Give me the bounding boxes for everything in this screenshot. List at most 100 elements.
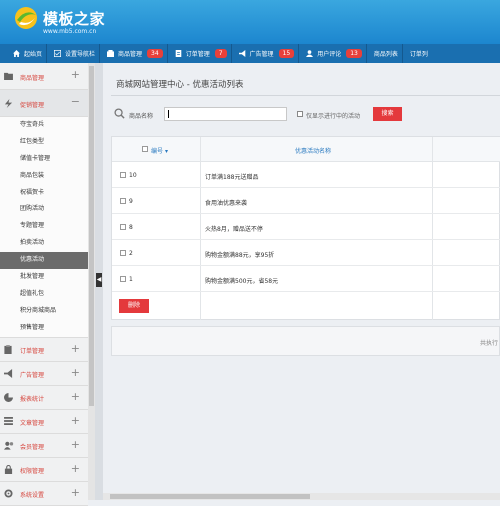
sidebar-item-active[interactable]: 优惠活动	[0, 252, 88, 270]
table-row: 10 订单满188元送赠品	[112, 162, 500, 188]
nav-order[interactable]: 订单管理 7	[168, 44, 231, 63]
sidebar-cat-label: 订单管理	[20, 347, 45, 355]
column-header-name[interactable]: 优惠活动名称	[295, 146, 331, 155]
expand-icon[interactable]: +	[71, 69, 80, 80]
column-header-id[interactable]: 编号 ▾	[151, 146, 168, 155]
promotions-table: 编号 ▾ 优惠活动名称 10 订单满188元送赠品 9 食用油优惠来袭 8 火热…	[111, 136, 500, 320]
nav-product[interactable]: 商品管理 34	[100, 44, 167, 63]
nav-comments[interactable]: 用户评论 13	[299, 44, 366, 63]
sidebar-cat-label: 文章管理	[20, 419, 45, 427]
select-all-checkbox[interactable]	[142, 146, 148, 152]
sidebar-cat-label: 系统设置	[20, 491, 45, 499]
nav-ad-badge: 15	[278, 49, 295, 58]
sidebar-item[interactable]: 拍卖活动	[0, 235, 88, 253]
row-id: 1	[129, 276, 133, 283]
sidebar-item[interactable]: 祝福贺卡	[0, 184, 88, 202]
clipboard-icon	[4, 344, 12, 354]
nav-ad[interactable]: 广告管理 15	[232, 44, 299, 63]
expand-icon[interactable]: +	[71, 391, 80, 402]
expand-icon[interactable]: +	[71, 343, 80, 354]
sidebar-item[interactable]: 专题管理	[0, 218, 88, 236]
active-only-checkbox[interactable]	[297, 111, 303, 117]
nav-product-label: 商品管理	[118, 51, 143, 58]
expand-icon[interactable]: +	[71, 463, 80, 474]
table-row: 9 食用油优惠来袭	[112, 188, 500, 214]
sidebar-item[interactable]: 超值礼包	[0, 285, 88, 303]
horizontal-scroll-thumb[interactable]	[110, 494, 310, 499]
logo-text: 模板之家	[43, 10, 106, 28]
sidebar-cat-label: 广告管理	[20, 371, 45, 379]
row-checkbox[interactable]	[120, 172, 126, 178]
sidebar-scroll-thumb[interactable]	[89, 66, 94, 406]
row-id: 8	[129, 224, 133, 231]
row-checkbox[interactable]	[120, 224, 126, 230]
divider	[111, 95, 500, 96]
order-icon	[175, 50, 181, 57]
sidebar-promo-submenu: 夺宝奇兵 红包类型 储值卡管理 商品包装 祝福贺卡 团购活动 专题管理 拍卖活动…	[0, 117, 88, 337]
row-checkbox[interactable]	[120, 250, 126, 256]
row-name[interactable]: 购物金额满88元，享95折	[205, 250, 274, 259]
sidebar-item[interactable]: 商品包装	[0, 167, 88, 185]
ad-icon	[238, 50, 245, 57]
sidebar-cat-article[interactable]: 文章管理 +	[0, 409, 88, 434]
sidebar-cat-label: 报表统计	[20, 395, 45, 403]
text-cursor	[168, 110, 169, 118]
search-input[interactable]	[164, 107, 287, 121]
app-header: 模板之家 www.mb5.com.cn	[0, 0, 500, 44]
lock-icon	[4, 464, 13, 474]
sidebar-cat-promo[interactable]: 促销管理 −	[0, 90, 88, 117]
sidebar-item[interactable]: 团购活动	[0, 201, 88, 219]
gear-icon	[4, 489, 13, 498]
sidebar-item[interactable]: 夺宝奇兵	[0, 117, 88, 134]
search-button[interactable]: 搜索	[373, 107, 402, 121]
nav-setup[interactable]: 设置导航栏	[47, 44, 99, 63]
collapse-arrow-icon[interactable]: ◀	[96, 273, 102, 287]
row-checkbox[interactable]	[120, 198, 126, 204]
page-title: 商城网站管理中心 - 优惠活动列表	[116, 80, 244, 90]
search-icon	[114, 108, 125, 119]
row-checkbox[interactable]	[120, 276, 126, 282]
sidebar-cat-report[interactable]: 报表统计 +	[0, 385, 88, 410]
nav-product-list[interactable]: 商品列表	[367, 44, 402, 63]
table-row: 2 购物金额满88元，享95折	[112, 240, 500, 266]
nav-home[interactable]: 起始页	[0, 44, 46, 63]
sidebar-cat-permission[interactable]: 权限管理 +	[0, 457, 88, 482]
sidebar-item[interactable]: 批发管理	[0, 269, 88, 286]
table-row: 8 火热8月，赠品送不停	[112, 214, 500, 240]
sidebar-item[interactable]: 红包类型	[0, 133, 88, 151]
row-name[interactable]: 订单满188元送赠品	[205, 172, 258, 181]
sidebar-cat-ad[interactable]: 广告管理 +	[0, 361, 88, 386]
lightning-icon	[4, 99, 13, 108]
expand-icon[interactable]: +	[71, 367, 80, 378]
column-header-id-label: 编号	[151, 148, 164, 155]
nav-setup-label: 设置导航栏	[65, 51, 96, 58]
nav-order-badge: 7	[214, 49, 227, 58]
user-icon	[306, 50, 314, 57]
sidebar-cat-system[interactable]: 系统设置 +	[0, 481, 88, 506]
expand-icon[interactable]: +	[71, 415, 80, 426]
nav-ad-label: 广告管理	[249, 51, 274, 58]
sidebar-cat-product[interactable]: 商品管理 +	[0, 63, 88, 90]
sidebar-item[interactable]: 积分商城商品	[0, 302, 88, 320]
expand-icon[interactable]: +	[71, 439, 80, 450]
collapse-icon[interactable]: −	[71, 96, 80, 107]
expand-icon[interactable]: +	[71, 487, 80, 498]
row-id: 2	[129, 250, 133, 257]
search-bar: 商品名称 仅显示进行中的活动 搜索	[111, 103, 500, 127]
nav-order-list[interactable]: 订单列	[403, 44, 432, 63]
delete-button[interactable]: 删除	[119, 299, 149, 313]
sidebar-cat-label: 促销管理	[20, 102, 45, 109]
sidebar-item[interactable]: 预售管理	[0, 319, 88, 337]
row-name[interactable]: 食用油优惠来袭	[205, 198, 247, 207]
sidebar-cat-label: 商品管理	[20, 75, 45, 82]
logo-url: www.mb5.com.cn	[43, 28, 97, 35]
row-name[interactable]: 购物金额满500元，省58元	[205, 276, 278, 285]
sidebar-item[interactable]: 储值卡管理	[0, 150, 88, 168]
nav-home-label: 起始页	[24, 51, 43, 58]
sidebar: 商品管理 + 促销管理 − 夺宝奇兵 红包类型 储值卡管理 商品包装 祝福贺卡 …	[0, 63, 88, 506]
sidebar-cat-member[interactable]: 会员管理 +	[0, 433, 88, 458]
sidebar-cat-order[interactable]: 订单管理 +	[0, 336, 88, 362]
search-label: 商品名称	[129, 113, 154, 120]
nav-product-list-label: 商品列表	[373, 51, 398, 58]
row-name[interactable]: 火热8月，赠品送不停	[205, 224, 263, 233]
